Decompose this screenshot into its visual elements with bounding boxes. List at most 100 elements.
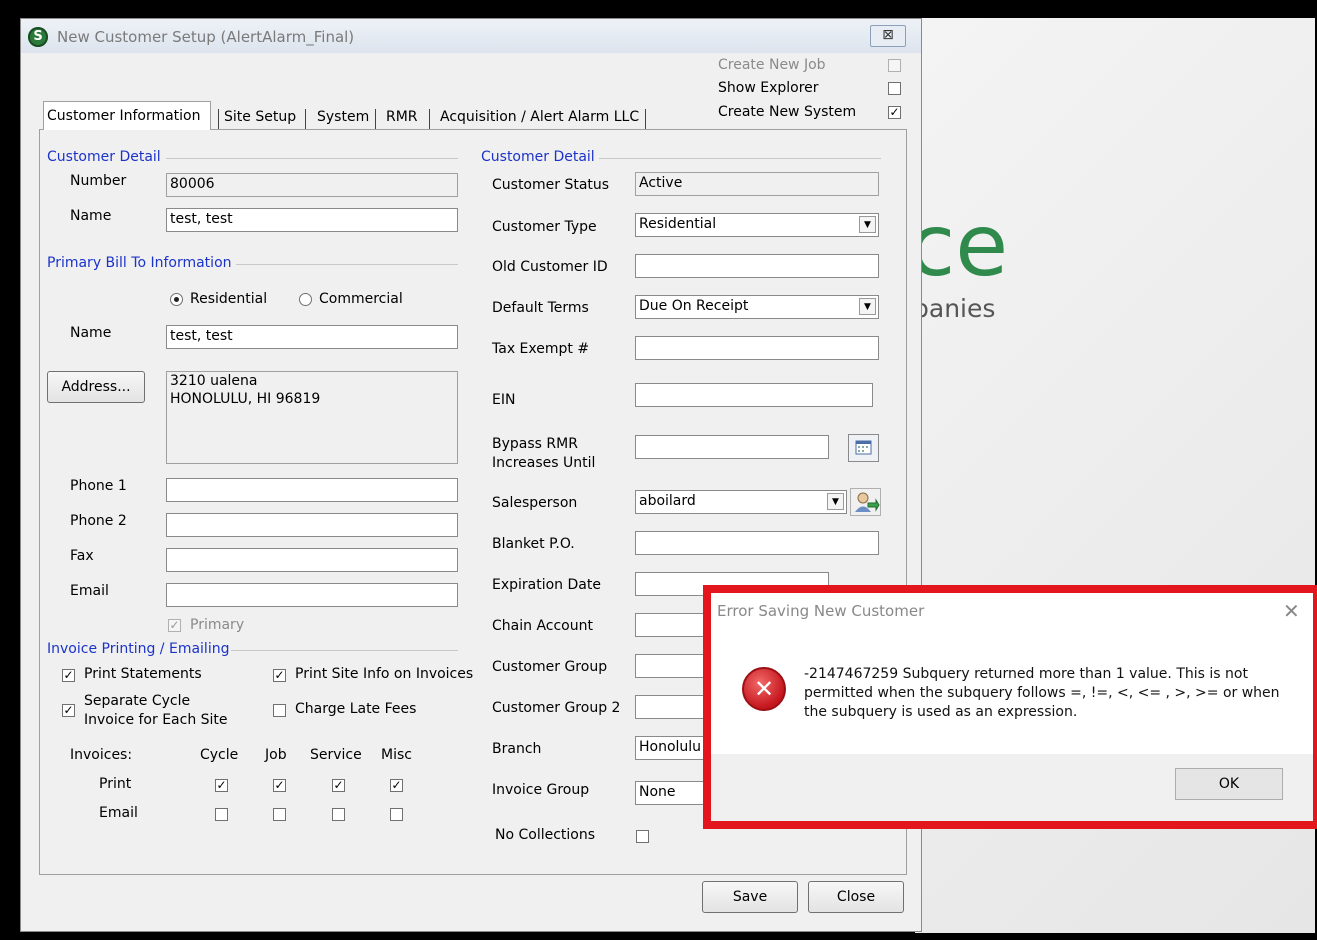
customer-status-field[interactable]: Active [635,172,879,196]
tax-exempt-label: Tax Exempt # [492,341,590,357]
invoices-label: Invoices: [70,747,133,763]
customer-type-select[interactable]: Residential ▼ [635,213,879,237]
bypass-rmr-label: Bypass RMR Increases Until [492,435,595,473]
no-collections-checkbox[interactable] [636,830,649,843]
save-button[interactable]: Save [702,881,798,913]
primary-label: Primary [190,617,245,633]
section-divider [236,264,458,265]
section-divider [599,158,881,159]
separate-cycle-checkbox[interactable]: ✓ [62,704,75,717]
error-icon: ✕ [742,667,786,711]
window-title: New Customer Setup (AlertAlarm_Final) [57,28,355,46]
salesperson-value: aboilard [639,493,696,509]
print-misc-checkbox[interactable]: ✓ [390,779,403,792]
name-field[interactable]: test, test [166,208,458,232]
customer-status-label: Customer Status [492,177,610,193]
salesperson-select[interactable]: aboilard ▼ [635,490,847,514]
section-divider [231,650,458,651]
separate-cycle-line-2: Invoice for Each Site [84,712,228,728]
tab-site-setup[interactable]: Site Setup [221,103,299,130]
invoice-group-label: Invoice Group [492,782,590,798]
show-explorer-checkbox[interactable] [888,82,901,95]
fax-field[interactable] [166,548,458,572]
print-statements-checkbox[interactable]: ✓ [62,669,75,682]
phone2-label: Phone 2 [70,513,127,529]
tab-separator [305,109,306,129]
tab-system[interactable]: System [314,103,372,130]
customer-group-label: Customer Group [492,659,608,675]
primary-checkbox[interactable]: ✓ [168,619,181,632]
tab-customer-information[interactable]: Customer Information [43,101,211,130]
bill-name-label: Name [70,325,112,341]
separate-cycle-line-1: Separate Cycle [84,693,191,709]
col-cycle-label: Cycle [200,747,239,763]
phone2-field[interactable] [166,513,458,537]
blanket-po-field[interactable] [635,531,879,555]
charge-late-fees-checkbox[interactable] [273,704,286,717]
tab-acquisition[interactable]: Acquisition / Alert Alarm LLC [437,103,642,130]
background-logo-subtitle: panies [913,294,996,323]
title-bar: S New Customer Setup (AlertAlarm_Final) … [21,19,921,53]
default-terms-select[interactable]: Due On Receipt ▼ [635,295,879,319]
chevron-down-icon[interactable]: ▼ [859,298,876,315]
window-close-button[interactable]: ⊠ [870,25,906,47]
default-terms-value: Due On Receipt [639,298,749,314]
address-button[interactable]: Address... [47,371,145,403]
chevron-down-icon[interactable]: ▼ [859,216,876,233]
address-box[interactable]: 3210 ualena HONOLULU, HI 96819 [166,371,458,464]
number-label: Number [70,173,127,189]
old-customer-id-field[interactable] [635,254,879,278]
phone1-field[interactable] [166,478,458,502]
right-customer-detail-heading: Customer Detail [481,149,595,165]
error-dialog-footer: OK [711,754,1313,821]
ein-field[interactable] [635,383,873,407]
print-service-checkbox[interactable]: ✓ [332,779,345,792]
email-service-checkbox[interactable] [332,808,345,821]
error-message: -2147467259 Subquery returned more than … [804,666,1280,720]
error-dialog: Error Saving New Customer ✕ ✕ -214746725… [703,585,1317,829]
show-explorer-label: Show Explorer [718,80,819,96]
col-job-label: Job [265,747,287,763]
print-job-checkbox[interactable]: ✓ [273,779,286,792]
print-statements-label: Print Statements [84,666,202,682]
tab-separator [429,109,430,129]
number-field[interactable]: 80006 [166,173,458,197]
tab-separator [218,109,219,129]
commercial-radio[interactable] [299,293,312,306]
create-new-system-checkbox[interactable]: ✓ [888,106,901,119]
email-job-checkbox[interactable] [273,808,286,821]
print-row-label: Print [99,776,132,792]
close-icon[interactable]: ✕ [1283,599,1300,623]
ein-label: EIN [492,392,516,408]
tab-rmr[interactable]: RMR [383,103,421,130]
residential-radio[interactable] [170,293,183,306]
print-site-info-checkbox[interactable]: ✓ [273,669,286,682]
email-misc-checkbox[interactable] [390,808,403,821]
charge-late-fees-label: Charge Late Fees [295,701,417,717]
ok-button[interactable]: OK [1175,768,1283,800]
phone1-label: Phone 1 [70,478,127,494]
print-site-info-label: Print Site Info on Invoices [295,666,474,682]
background-logo-text: ce [908,196,1009,296]
salesperson-label: Salesperson [492,495,578,511]
create-new-job-checkbox[interactable] [888,59,901,72]
close-button[interactable]: Close [808,881,904,913]
create-new-system-label: Create New System [718,104,857,120]
customer-type-label: Customer Type [492,219,597,235]
blanket-po-label: Blanket P.O. [492,536,575,552]
salesperson-lookup-icon[interactable] [850,488,881,516]
email-label: Email [70,583,109,599]
tax-exempt-field[interactable] [635,336,879,360]
calendar-icon[interactable] [848,434,879,462]
no-collections-label: No Collections [495,827,596,843]
email-field[interactable] [166,583,458,607]
bill-name-field[interactable]: test, test [166,325,458,349]
email-cycle-checkbox[interactable] [215,808,228,821]
create-new-job-label: Create New Job [718,57,826,73]
print-cycle-checkbox[interactable]: ✓ [215,779,228,792]
residential-label: Residential [190,291,268,307]
tab-separator [645,109,646,129]
address-line-2: HONOLULU, HI 96819 [170,391,321,407]
bypass-rmr-date-field[interactable] [635,435,829,459]
chevron-down-icon[interactable]: ▼ [827,493,844,510]
